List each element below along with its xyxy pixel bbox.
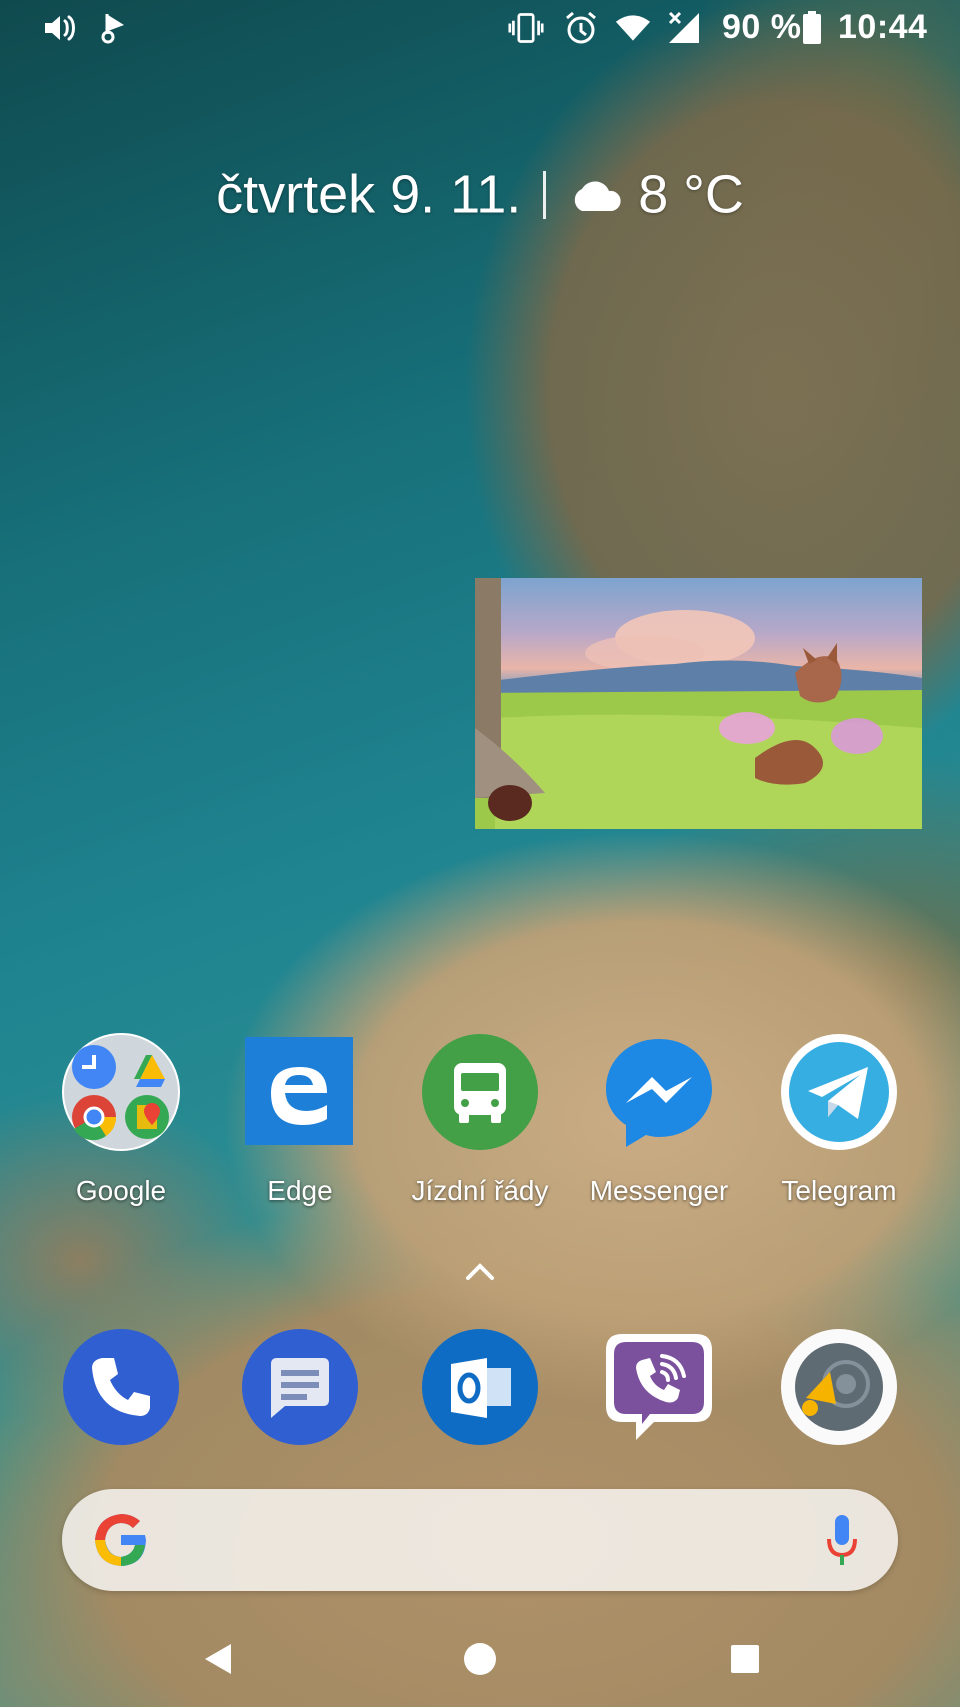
viber-icon <box>600 1328 718 1446</box>
wifi-icon <box>615 10 651 46</box>
alarm-icon <box>563 10 599 46</box>
navigation-bar <box>0 1612 960 1707</box>
phone-icon <box>62 1328 180 1446</box>
dock-messages[interactable] <box>215 1328 385 1446</box>
app-telegram[interactable]: Telegram <box>754 1033 924 1207</box>
at-a-glance-widget[interactable]: čtvrtek 9. 11. 8 °C <box>0 160 960 226</box>
temperature-text[interactable]: 8 °C <box>638 165 744 225</box>
clock: 10:44 <box>838 8 928 46</box>
vibrate-icon <box>508 10 544 46</box>
cloud-icon <box>568 164 626 226</box>
all-apps-chevron-icon[interactable] <box>464 1262 496 1282</box>
battery-percent: 90 % <box>722 8 802 46</box>
app-label: Jízdní řády <box>411 1175 549 1206</box>
dock-podcast[interactable] <box>754 1328 924 1446</box>
app-messenger[interactable]: Messenger <box>574 1033 744 1207</box>
app-label: Edge <box>267 1175 333 1206</box>
outlook-icon <box>421 1328 539 1446</box>
cellular-no-data-icon <box>666 10 702 46</box>
mic-icon[interactable] <box>826 1513 858 1567</box>
status-bar[interactable]: 90 % 10:44 <box>0 0 960 56</box>
app-label: Messenger <box>589 1175 729 1206</box>
google-search-bar[interactable] <box>62 1489 898 1591</box>
google-g-icon[interactable] <box>92 1511 150 1569</box>
battery-icon <box>794 10 830 46</box>
recents-icon[interactable] <box>720 1634 770 1684</box>
bus-icon <box>421 1033 539 1151</box>
app-label: Google <box>75 1175 167 1206</box>
telegram-icon <box>780 1033 898 1151</box>
app-google-folder[interactable]: Google <box>36 1033 206 1207</box>
home-icon[interactable] <box>455 1634 505 1684</box>
glance-divider <box>543 170 547 219</box>
dock-phone[interactable] <box>36 1328 206 1446</box>
podcast-icon <box>780 1328 898 1446</box>
date-text[interactable]: čtvrtek 9. 11. <box>216 165 521 225</box>
app-jizdni-rady[interactable]: Jízdní řády <box>395 1033 565 1207</box>
edge-icon <box>241 1033 359 1151</box>
video-frame <box>475 578 922 829</box>
app-edge[interactable]: Edge <box>215 1033 385 1207</box>
volume-icon <box>42 10 78 46</box>
messages-icon <box>241 1328 359 1446</box>
pip-video-window[interactable] <box>475 578 922 829</box>
google-folder-icon <box>62 1033 180 1151</box>
notification-app-icon <box>96 10 132 46</box>
messenger-icon <box>600 1033 718 1151</box>
app-label: Telegram <box>781 1175 897 1206</box>
back-icon[interactable] <box>193 1634 243 1684</box>
dock-viber[interactable] <box>574 1328 744 1446</box>
dock-outlook[interactable] <box>395 1328 565 1446</box>
